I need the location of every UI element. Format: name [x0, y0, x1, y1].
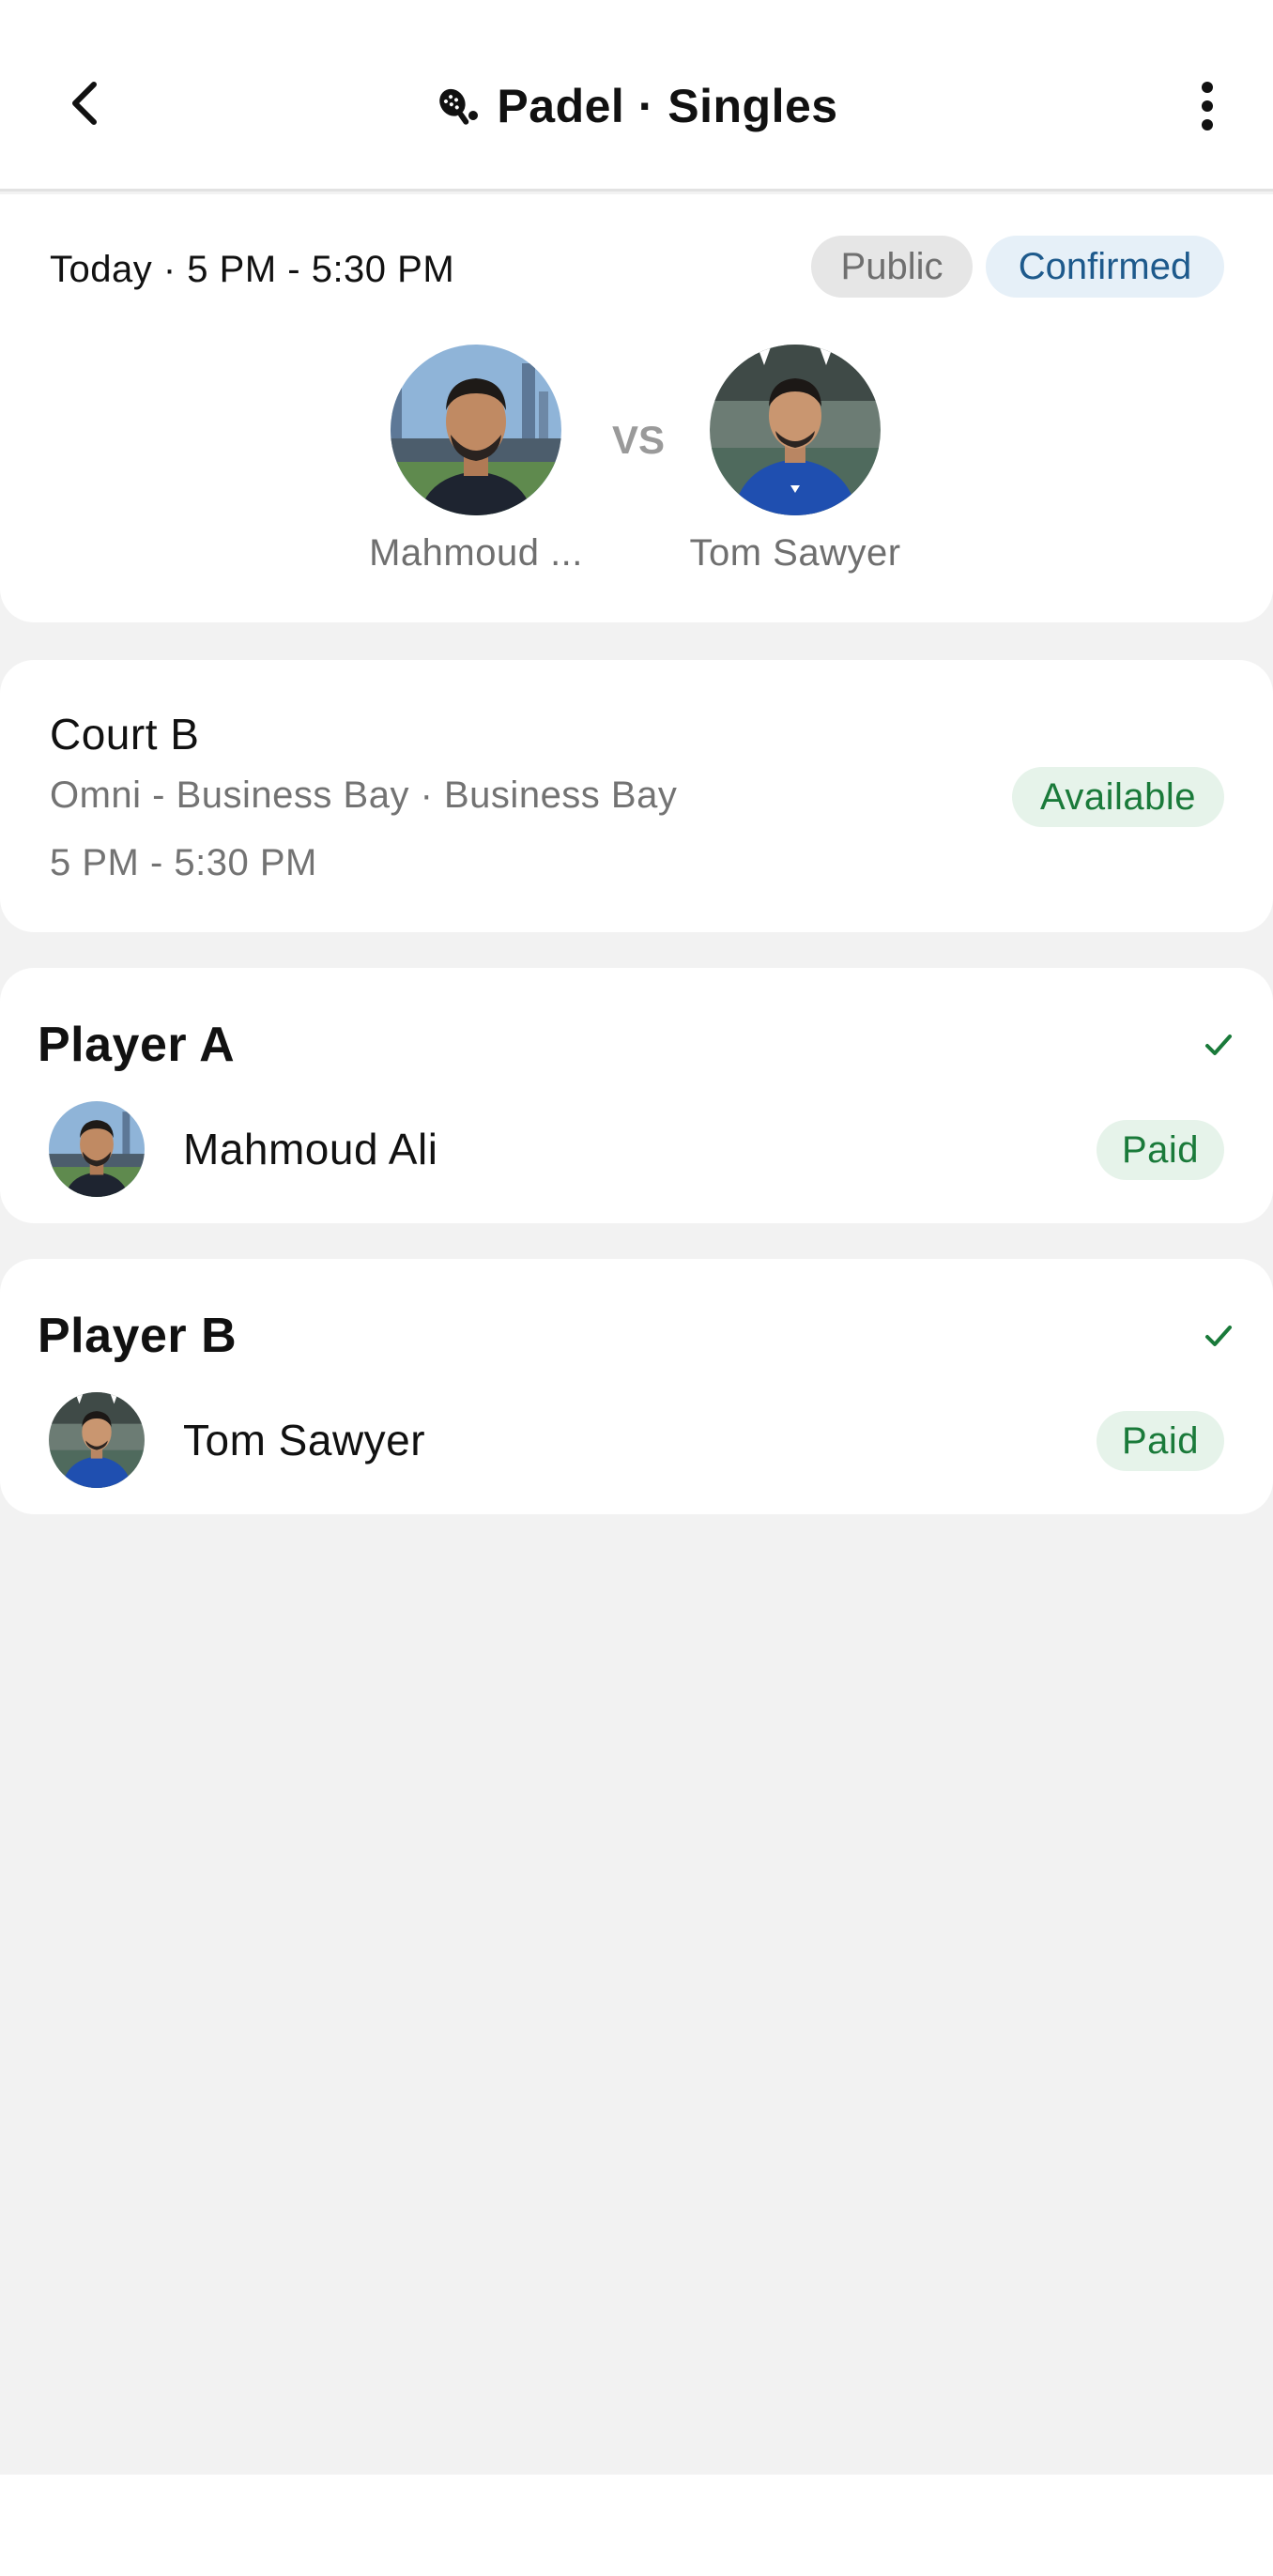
match-datetime: Today · 5 PM - 5:30 PM	[50, 249, 455, 290]
more-vertical-icon	[1202, 82, 1213, 130]
visibility-badge: Public	[811, 236, 973, 298]
page-title: Padel · Singles	[497, 80, 838, 132]
padel-racket-icon	[439, 88, 479, 125]
more-options-button[interactable]	[1179, 73, 1235, 139]
player-b-card[interactable]: Player B Tom Sawyer Paid	[0, 1259, 1273, 1514]
status-badge: Confirmed	[986, 236, 1224, 298]
match-details-screen: Padel · Singles Today · 5 PM - 5:30 PM P…	[0, 0, 1273, 2576]
payment-badge: Paid	[1097, 1120, 1224, 1180]
court-card[interactable]: Court B Omni - Business Bay · Business B…	[0, 660, 1273, 932]
player-b-short-name: Tom Sawyer	[689, 532, 901, 574]
player-a-heading: Player A	[38, 1018, 236, 1072]
availability-badge: Available	[1012, 767, 1224, 827]
versus-label: VS	[612, 418, 666, 462]
page-title-group: Padel · Singles	[0, 73, 1273, 139]
check-icon	[1205, 1326, 1232, 1346]
player-b-avatar[interactable]	[710, 345, 881, 515]
top-app-bar: Padel · Singles	[0, 0, 1273, 192]
player-b-name: Tom Sawyer	[183, 1416, 426, 1464]
player-a-name: Mahmoud Ali	[183, 1125, 438, 1173]
payment-badge: Paid	[1097, 1411, 1224, 1471]
player-a-card[interactable]: Player A Mahmoud Ali Paid	[0, 968, 1273, 1223]
match-summary-card: Today · 5 PM - 5:30 PM Public Confirmed …	[0, 194, 1273, 622]
player-a-avatar[interactable]	[391, 345, 561, 515]
bottom-safe-area	[0, 2475, 1273, 2576]
court-name: Court B	[50, 710, 200, 759]
check-icon	[1205, 1035, 1232, 1055]
player-a-short-name: Mahmoud ...	[369, 532, 583, 574]
player-b-heading: Player B	[38, 1309, 238, 1363]
player-a-avatar-small	[49, 1101, 145, 1197]
court-time: 5 PM - 5:30 PM	[50, 842, 317, 883]
player-b-avatar-small	[49, 1392, 145, 1488]
court-venue: Omni - Business Bay · Business Bay	[50, 774, 678, 816]
